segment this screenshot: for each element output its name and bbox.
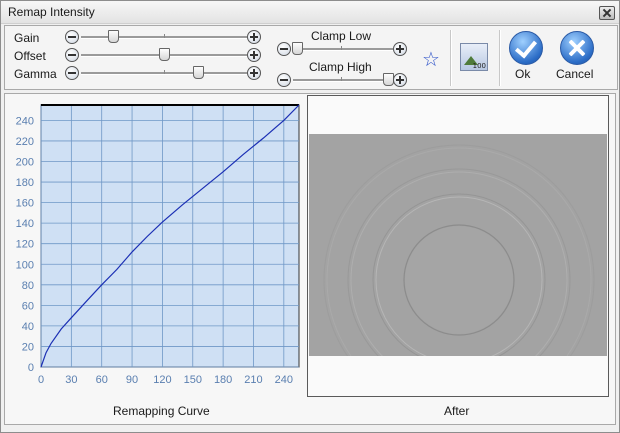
plot-area [40, 104, 300, 368]
clamp-high-increase-button[interactable] [393, 73, 407, 87]
gamma-slider-thumb[interactable] [193, 66, 205, 79]
clamp-low-increase-button[interactable] [393, 42, 407, 56]
resize-badge: 100 [472, 62, 486, 70]
x-tick-label: 210 [244, 374, 262, 386]
after-image-frame [307, 95, 609, 416]
y-tick-label: 100 [16, 259, 34, 271]
checkmark-icon[interactable] [509, 31, 543, 65]
clamp-high-decrease-button[interactable] [277, 73, 291, 87]
gamma-label: Gamma [14, 67, 57, 81]
clamp-high-slider-tick [341, 77, 342, 81]
y-tick-label: 140 [16, 218, 34, 230]
x-tick-label: 180 [214, 374, 232, 386]
x-tick-label: 240 [275, 374, 293, 386]
remap-intensity-window: Remap Intensity Gain Offset Gamma Clamp … [0, 0, 620, 433]
window-title: Remap Intensity [8, 5, 95, 19]
x-tick-label: 150 [184, 374, 202, 386]
after-image-texture [323, 144, 595, 416]
gain-slider-thumb[interactable] [108, 30, 120, 43]
ok-button-label[interactable]: Ok [515, 67, 530, 81]
toolbar: Gain Offset Gamma Clamp Low Clamp High ☆… [4, 25, 618, 90]
y-tick-label: 80 [22, 280, 34, 292]
y-tick-label: 60 [22, 300, 34, 312]
y-tick-label: 220 [16, 136, 34, 148]
offset-increase-button[interactable] [247, 48, 261, 62]
y-tick-label: 120 [16, 239, 34, 251]
x-tick-label: 30 [65, 374, 77, 386]
image-resize-icon[interactable]: 100 [460, 43, 488, 71]
star-icon[interactable]: ☆ [422, 50, 440, 70]
separator [499, 30, 501, 86]
after-image [309, 134, 607, 416]
after-caption: After [444, 404, 470, 418]
gamma-decrease-button[interactable] [65, 66, 79, 80]
clamp-low-decrease-button[interactable] [277, 42, 291, 56]
separator [450, 30, 452, 86]
offset-label: Offset [14, 49, 46, 63]
gain-decrease-button[interactable] [65, 30, 79, 44]
clamp-low-slider-thumb[interactable] [292, 42, 303, 55]
gain-increase-button[interactable] [247, 30, 261, 44]
y-tick-label: 180 [16, 177, 34, 189]
remapping-curve-caption: Remapping Curve [113, 404, 210, 418]
clamp-high-label: Clamp High [309, 60, 372, 74]
clamp-high-slider-track[interactable] [293, 79, 393, 82]
x-tick-label: 120 [153, 374, 171, 386]
remapping-curve-chart: 0 30 60 90 120 150 180 210 240 0 20 40 60 80 100 120 140… [16, 104, 300, 386]
y-tick-label: 0 [28, 362, 34, 374]
y-tick-label: 160 [16, 198, 34, 210]
offset-slider-thumb[interactable] [158, 48, 170, 61]
y-tick-label: 40 [22, 321, 34, 333]
gain-slider-tick [164, 34, 165, 38]
x-icon[interactable] [560, 31, 594, 65]
y-tick-label: 240 [16, 115, 34, 127]
y-tick-label: 20 [22, 341, 34, 353]
y-tick-label: 200 [16, 157, 34, 169]
gain-label: Gain [14, 31, 40, 45]
gamma-increase-button[interactable] [247, 66, 261, 80]
gamma-slider-tick [164, 70, 165, 74]
offset-decrease-button[interactable] [65, 48, 79, 62]
title-bar: Remap Intensity [1, 1, 619, 24]
x-tick-label: 60 [96, 374, 108, 386]
clamp-low-label: Clamp Low [311, 29, 372, 43]
clamp-low-slider-tick [341, 46, 342, 50]
x-tick-label: 90 [126, 374, 138, 386]
close-icon[interactable] [599, 6, 615, 20]
x-tick-label: 0 [38, 374, 44, 386]
cancel-button-label[interactable]: Cancel [556, 67, 593, 81]
clamp-low-slider-track[interactable] [293, 48, 393, 51]
